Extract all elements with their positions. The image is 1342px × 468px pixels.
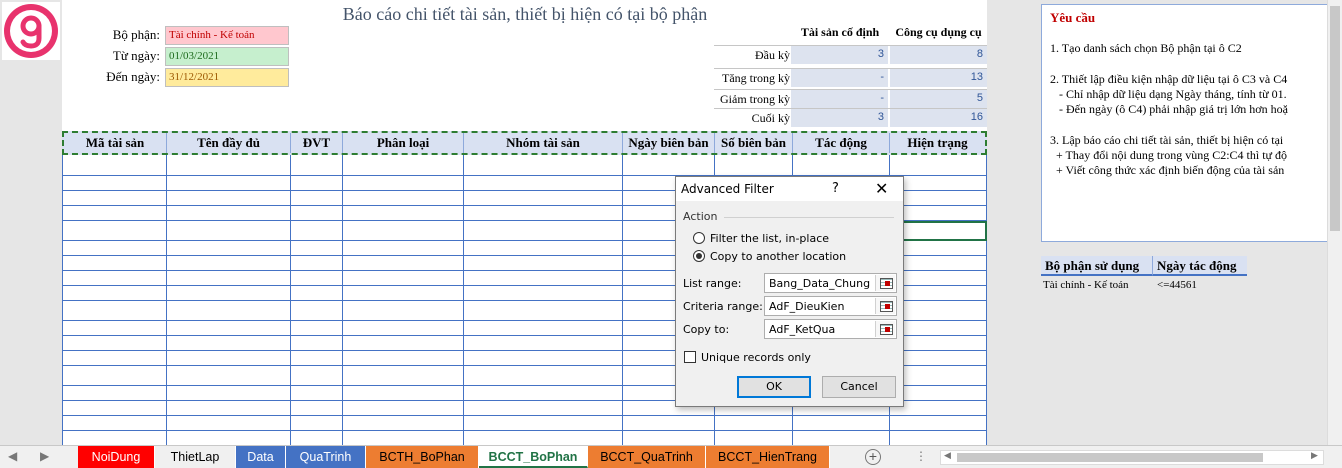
summary-cell[interactable]: 3	[790, 46, 888, 64]
horizontal-scrollbar[interactable]: ◀ ▶	[940, 450, 1324, 465]
criteria-value[interactable]: Tài chính - Kế toán	[1043, 279, 1129, 291]
scroll-tabs-right-icon[interactable]: ▶	[40, 449, 49, 463]
range-select-icon[interactable]	[875, 321, 895, 337]
tab-bcth-bophan[interactable]: BCTH_BoPhan	[366, 446, 479, 468]
column-header[interactable]: Tác động	[793, 133, 890, 153]
criteria-header[interactable]: Bộ phận sử dụng	[1041, 256, 1153, 276]
summary-row-label: Tăng trong kỳ	[722, 71, 790, 85]
filter-in-place-label[interactable]: Filter the list, in-place	[710, 232, 829, 245]
advanced-filter-dialog[interactable]: Advanced Filter ? ✕ Action Filter the li…	[675, 176, 904, 407]
summary-row: Tăng trong kỳ - 13	[714, 68, 987, 87]
tab-quatrinh[interactable]: QuaTrinh	[286, 446, 366, 468]
from-date-label: Từ ngày:	[112, 48, 160, 63]
summary-cell[interactable]: 8	[889, 46, 987, 64]
column-header[interactable]: Số biên bản	[715, 133, 793, 153]
copy-to-label: Copy to:	[683, 323, 730, 336]
column-header[interactable]: Phân loại	[343, 133, 464, 153]
requirements-title: Yêu cầu	[1050, 10, 1096, 25]
ok-button[interactable]: OK	[737, 376, 811, 398]
tab-bcct-bophan[interactable]: BCCT_BoPhan	[479, 446, 588, 468]
summary-header-tools: Công cụ dụng cụ	[895, 25, 982, 39]
plus-circle-icon[interactable]: +	[865, 449, 881, 465]
scroll-left-icon[interactable]: ◀	[944, 450, 951, 461]
copy-to-value[interactable]: AdF_KetQua	[769, 323, 835, 336]
criteria-range-label: Criteria range:	[683, 300, 763, 313]
list-range-field[interactable]: Bang_Data_Chung	[764, 273, 897, 293]
column-header[interactable]: ĐVT	[291, 133, 343, 153]
unique-records-checkbox[interactable]	[684, 351, 696, 363]
vertical-scrollbar[interactable]	[1327, 0, 1342, 445]
action-section-label: Action	[683, 210, 718, 223]
to-date-value[interactable]: 31/12/2021	[165, 68, 289, 87]
requirement-line: - Chỉ nhập dữ liệu dạng Ngày tháng, tính…	[1050, 87, 1287, 101]
dialog-title: Advanced Filter	[681, 182, 774, 196]
summary-row-label: Giảm trong kỳ	[720, 92, 790, 106]
summary-cell[interactable]: -	[790, 90, 888, 108]
copy-to-location-radio[interactable]	[693, 250, 705, 262]
summary-row: Giảm trong kỳ - 5	[714, 89, 987, 108]
tab-bcct-quatrinh[interactable]: BCCT_QuaTrinh	[588, 446, 706, 468]
column-header[interactable]: Mã tài sản	[64, 133, 167, 153]
department-label: Bộ phận:	[112, 27, 160, 42]
summary-cell[interactable]: 13	[889, 69, 987, 87]
scroll-tabs-left-icon[interactable]: ◀	[8, 449, 17, 463]
filter-in-place-radio[interactable]	[693, 232, 705, 244]
scroll-right-icon[interactable]: ▶	[1311, 450, 1318, 461]
sheet-tab-bar: ◀ ▶ NoiDung ThietLap Data QuaTrinh BCTH_…	[0, 445, 1342, 468]
grid-line	[62, 430, 987, 431]
copy-to-location-label[interactable]: Copy to another location	[710, 250, 846, 263]
summary-header-fixed-assets: Tài sản cố định	[800, 25, 880, 39]
summary-cell[interactable]: -	[790, 69, 888, 87]
list-range-label: List range:	[683, 277, 742, 290]
requirements-panel: Yêu cầu 1. Tạo danh sách chọn Bộ phận tạ…	[1041, 4, 1341, 242]
app-logo	[2, 2, 60, 60]
unique-records-label[interactable]: Unique records only	[701, 351, 811, 364]
criteria-range-field[interactable]: AdF_DieuKien	[764, 296, 897, 316]
report-title: Báo cáo chi tiết tài sản, thiết bị hiện …	[342, 4, 708, 24]
tab-bcct-hientrang[interactable]: BCCT_HienTrang	[706, 446, 830, 468]
requirement-line: 2. Thiết lập điều kiện nhập dữ liệu tại …	[1050, 72, 1288, 86]
grid-line	[62, 415, 987, 416]
list-range-value[interactable]: Bang_Data_Chung	[769, 277, 870, 290]
dialog-titlebar[interactable]: Advanced Filter ? ✕	[676, 177, 903, 201]
criteria-header[interactable]: Ngày tác động	[1153, 256, 1247, 276]
column-header[interactable]: Tên đầy đủ	[167, 133, 291, 153]
requirement-line: + Thay đổi nội dung trong vùng C2:C4 thì…	[1050, 148, 1288, 162]
tab-data[interactable]: Data	[236, 446, 286, 468]
summary-row: Cuối kỳ 3 16	[714, 108, 987, 127]
department-value[interactable]: Tài chính - Kế toán	[165, 26, 289, 45]
tab-thietlap[interactable]: ThietLap	[155, 446, 236, 468]
from-date-value[interactable]: 01/03/2021	[165, 47, 289, 66]
criteria-range-value[interactable]: AdF_DieuKien	[769, 300, 844, 313]
scroll-thumb[interactable]	[1330, 6, 1340, 231]
requirement-line: + Viết công thức xác định biến động của …	[1050, 163, 1285, 177]
summary-row-label: Đầu kỳ	[755, 48, 790, 62]
section-divider	[724, 217, 894, 218]
criteria-value[interactable]: <=44561	[1157, 279, 1197, 291]
to-date-label: Đến ngày:	[106, 69, 160, 84]
range-select-icon[interactable]	[875, 298, 895, 314]
column-header[interactable]: Hiện trạng	[890, 133, 985, 153]
more-options-icon[interactable]: ⋮	[915, 449, 927, 463]
summary-row-label: Cuối kỳ	[751, 111, 790, 125]
column-header[interactable]: Ngày biên bản	[623, 133, 715, 153]
help-icon[interactable]: ?	[832, 181, 839, 196]
tab-noidung[interactable]: NoiDung	[78, 446, 155, 468]
result-table-header: Mã tài sản Tên đầy đủ ĐVT Phân loại Nhóm…	[62, 131, 987, 155]
scroll-thumb[interactable]	[957, 453, 1263, 462]
cancel-button[interactable]: Cancel	[822, 376, 896, 398]
summary-cell[interactable]: 16	[889, 109, 987, 127]
requirement-line: 1. Tạo danh sách chọn Bộ phận tại ô C2	[1050, 41, 1242, 55]
copy-to-field[interactable]: AdF_KetQua	[764, 319, 897, 339]
requirement-line: 3. Lập báo cáo chi tiết tài sản, thiết b…	[1050, 133, 1284, 147]
summary-row: Đầu kỳ 3 8	[714, 45, 987, 64]
range-select-icon[interactable]	[875, 275, 895, 291]
column-header[interactable]: Nhóm tài sản	[464, 133, 623, 153]
summary-cell[interactable]: 3	[790, 109, 888, 127]
summary-cell[interactable]: 5	[889, 90, 987, 108]
close-icon[interactable]: ✕	[875, 179, 888, 198]
requirement-line: - Đến ngày (ô C4) phải nhập giá trị lớn …	[1050, 102, 1288, 116]
